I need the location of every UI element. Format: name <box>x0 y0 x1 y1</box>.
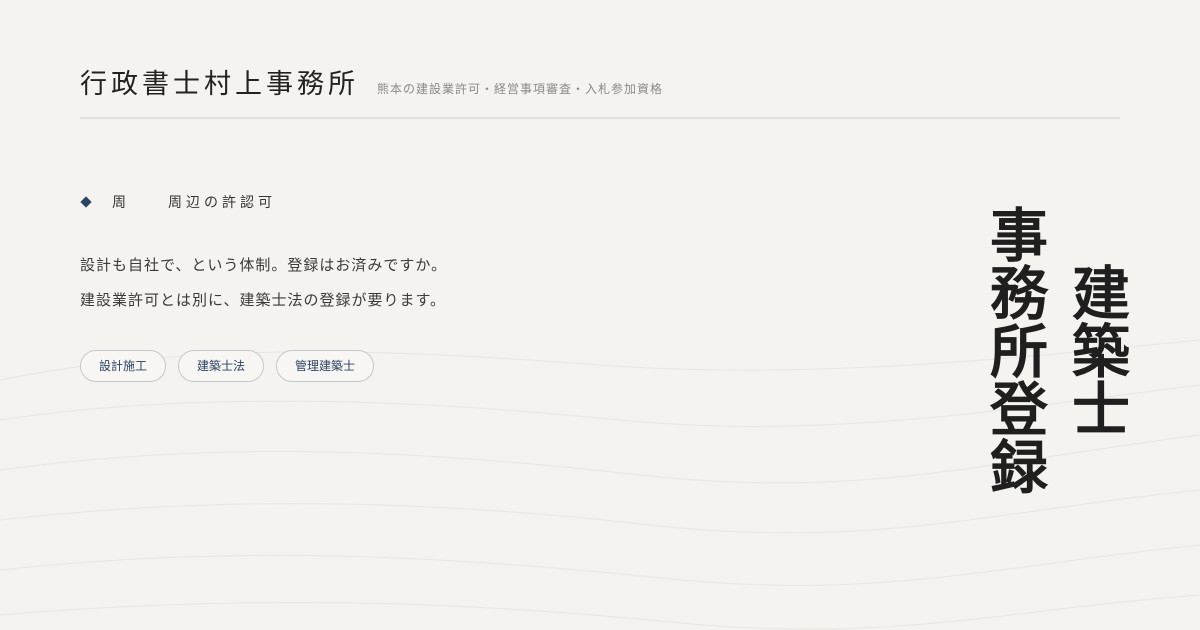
tag-list: 設計施工 建築士法 管理建築士 <box>80 350 386 382</box>
lead-line-1: 設計も自社で、という体制。登録はお済みですか。 <box>80 256 448 274</box>
tag-architect-law[interactable]: 建築士法 <box>178 350 265 382</box>
title-column-2: 事務所登録 <box>980 205 1048 495</box>
section-label-full: 周辺の許認可 <box>168 195 276 211</box>
diamond-icon <box>80 196 92 208</box>
title-column-1: 建築士 <box>1062 263 1130 437</box>
site-header: 行政書士村上事務所 熊本の建設業許可・経営事項審査・入札参加資格 <box>80 62 1120 102</box>
vertical-page-title: 建築士 事務所登録 <box>960 170 1130 530</box>
office-name: 行政書士村上事務所 <box>80 69 359 100</box>
tagline: 熊本の建設業許可・経営事項審査・入札参加資格 <box>377 82 664 96</box>
lead-text: 設計も自社で、という体制。登録はお済みですか。 建設業許可とは別に、建築士法の登… <box>80 248 447 318</box>
section-label: 周 周辺の許認可 <box>80 192 276 212</box>
tag-managing-architect[interactable]: 管理建築士 <box>276 350 375 382</box>
header-divider <box>80 117 1120 119</box>
section-label-short: 周 <box>112 195 130 211</box>
tag-design-construction[interactable]: 設計施工 <box>80 350 167 382</box>
lead-line-2: 建設業許可とは別に、建築士法の登録が要ります。 <box>80 291 447 309</box>
